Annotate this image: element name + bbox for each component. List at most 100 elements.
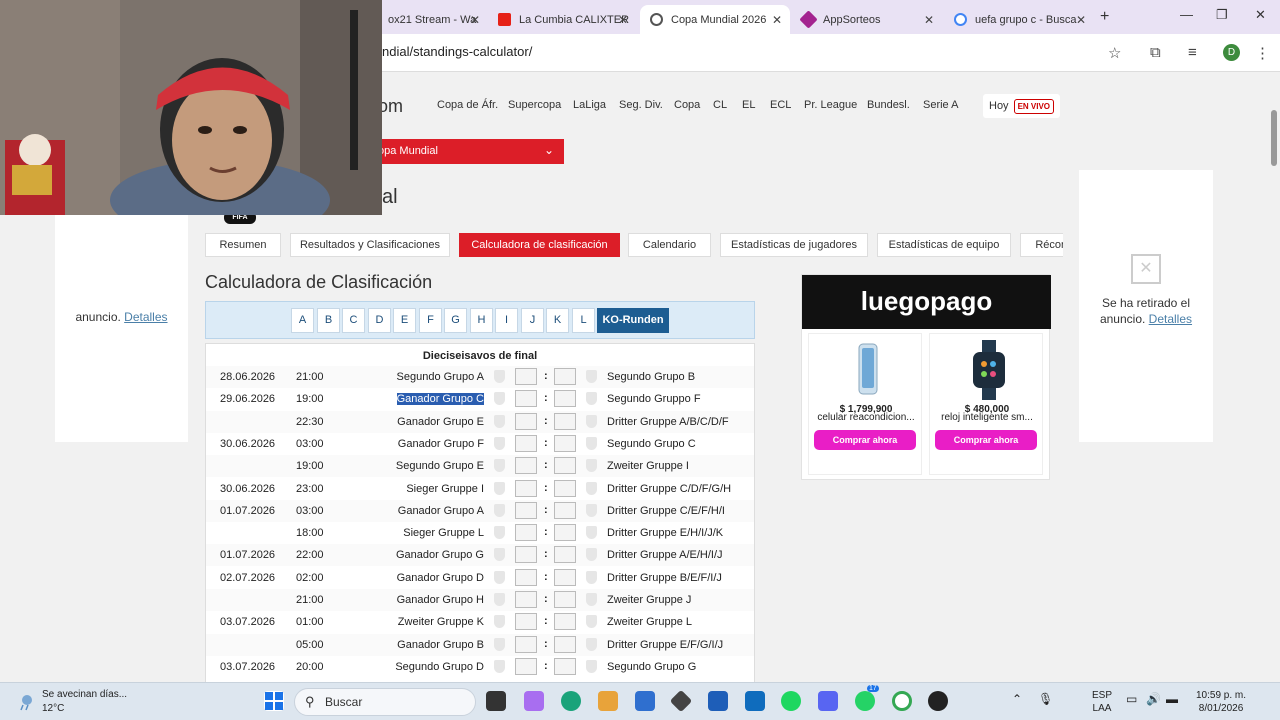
home-score-input[interactable] xyxy=(515,412,537,430)
product-card[interactable]: $ 1,799,900 celular reacondicion... Comp… xyxy=(808,333,922,475)
today-button[interactable]: Hoy EN VIVO xyxy=(983,94,1061,118)
volume-icon[interactable]: 🔊 xyxy=(1146,693,1161,706)
home-score-input[interactable] xyxy=(515,568,537,586)
page-scrollbar[interactable] xyxy=(1268,72,1280,682)
away-score-input[interactable] xyxy=(554,368,576,385)
folder-icon[interactable] xyxy=(598,691,618,711)
close-icon[interactable]: ✕ xyxy=(1076,13,1086,27)
away-score-input[interactable] xyxy=(554,613,576,631)
windows-start-icon[interactable] xyxy=(264,691,284,711)
away-score-input[interactable] xyxy=(554,479,576,497)
tab-records[interactable]: Récor xyxy=(1020,233,1063,257)
maximize-icon[interactable]: ❐ xyxy=(1216,7,1228,23)
show-hidden-icons-icon[interactable]: ⌃ xyxy=(1012,693,1022,706)
tab-estadisticas-equipo[interactable]: Estadísticas de equipo xyxy=(877,233,1011,257)
group-button[interactable]: K xyxy=(546,308,569,333)
whatsapp-icon[interactable]: 17 xyxy=(855,685,879,711)
nav-link[interactable]: EL xyxy=(742,99,755,111)
browser-tab-4[interactable]: AppSorteos ✕ xyxy=(792,5,942,34)
nav-link[interactable]: Copa de Áfr. xyxy=(437,99,498,111)
home-score-input[interactable] xyxy=(515,591,537,608)
away-score-input[interactable] xyxy=(554,657,576,675)
tab-resultados[interactable]: Resultados y Clasificaciones xyxy=(290,233,450,257)
home-score-input[interactable] xyxy=(515,657,537,675)
media-controls-icon[interactable]: ≡ xyxy=(1188,44,1197,61)
outlook-icon[interactable] xyxy=(745,691,765,711)
away-score-input[interactable] xyxy=(554,635,576,653)
language-indicator[interactable]: ESP LAA xyxy=(1092,689,1112,715)
scrollbar-thumb[interactable] xyxy=(1271,110,1277,166)
file-explorer-icon[interactable] xyxy=(486,691,506,711)
away-score-input[interactable] xyxy=(554,524,576,542)
window-close-icon[interactable]: ✕ xyxy=(1255,7,1266,23)
close-icon[interactable]: ✕ xyxy=(470,13,480,27)
ad-details-link[interactable]: Detalles xyxy=(124,310,167,324)
home-score-input[interactable] xyxy=(515,457,537,475)
nav-link[interactable]: Supercopa xyxy=(508,99,561,111)
group-button[interactable]: C xyxy=(342,308,365,333)
editor-icon[interactable] xyxy=(708,691,728,711)
extensions-icon[interactable]: ⧉ xyxy=(1150,44,1161,61)
buy-button[interactable]: Comprar ahora xyxy=(814,430,916,450)
nav-link[interactable]: Copa xyxy=(674,99,700,111)
browser-tab-5[interactable]: uefa grupo c - Busca ✕ xyxy=(944,5,1094,34)
nav-link[interactable]: Seg. Div. xyxy=(619,99,663,111)
group-button[interactable]: J xyxy=(521,308,544,333)
browser-tab-3-active[interactable]: Copa Mundial 2026 ✕ xyxy=(640,5,790,34)
product-card[interactable]: $ 480,000 reloj inteligente sm... Compra… xyxy=(929,333,1043,475)
clock[interactable]: 10:59 p. m. 8/01/2026 xyxy=(1196,689,1246,715)
weather-widget[interactable]: Se avecinan días... 12°C xyxy=(42,688,127,716)
away-score-input[interactable] xyxy=(554,568,576,586)
away-score-input[interactable] xyxy=(554,457,576,475)
browser-menu-icon[interactable]: ⋮ xyxy=(1255,44,1270,62)
ad-details-link[interactable]: Detalles xyxy=(1149,312,1192,326)
close-icon[interactable]: ✕ xyxy=(772,13,782,27)
edge-icon[interactable] xyxy=(561,691,581,711)
home-score-input[interactable] xyxy=(515,546,537,564)
browser-tab-1[interactable]: ox21 Stream - Wa ✕ xyxy=(378,5,488,34)
nav-link[interactable]: LaLiga xyxy=(573,99,606,111)
away-score-input[interactable] xyxy=(554,434,576,452)
home-score-input[interactable] xyxy=(515,524,537,542)
buy-button[interactable]: Comprar ahora xyxy=(935,430,1037,450)
ko-rounds-button[interactable]: KO-Runden xyxy=(597,308,669,333)
minimize-icon[interactable]: — xyxy=(1180,7,1193,22)
ad-close-icon[interactable]: ✕ xyxy=(1131,254,1161,284)
store-icon[interactable] xyxy=(635,691,655,711)
microphone-icon[interactable]: 🎙 xyxy=(1038,693,1053,706)
away-score-input[interactable] xyxy=(554,501,576,519)
home-score-input[interactable] xyxy=(515,434,537,452)
nav-link[interactable]: Pr. League xyxy=(804,99,857,111)
close-icon[interactable]: ✕ xyxy=(618,13,628,27)
new-tab-icon[interactable]: + xyxy=(1100,8,1109,26)
profile-avatar[interactable]: D xyxy=(1223,44,1240,61)
chrome-icon[interactable] xyxy=(892,691,912,711)
nav-link[interactable]: Bundesl. xyxy=(867,99,910,111)
home-score-input[interactable] xyxy=(515,368,537,385)
nav-link[interactable]: CL xyxy=(713,99,727,111)
competition-select[interactable]: opa Mundial ⌄ xyxy=(370,139,564,164)
app-icon[interactable] xyxy=(669,689,693,713)
away-score-input[interactable] xyxy=(554,591,576,608)
group-button[interactable]: A xyxy=(291,308,314,333)
obs-icon[interactable] xyxy=(928,691,948,711)
home-score-input[interactable] xyxy=(515,635,537,653)
discord-icon[interactable] xyxy=(818,691,838,711)
home-score-input[interactable] xyxy=(515,479,537,497)
away-score-input[interactable] xyxy=(554,390,576,408)
battery-icon[interactable]: ▬ xyxy=(1166,693,1178,706)
home-score-input[interactable] xyxy=(515,613,537,631)
taskbar-search[interactable]: ⚲ Buscar xyxy=(294,688,476,716)
group-button[interactable]: E xyxy=(393,308,416,333)
tab-calendario[interactable]: Calendario xyxy=(628,233,711,257)
browser-tab-2[interactable]: La Cumbia CALIXTER ✕ xyxy=(488,5,636,34)
nav-link[interactable]: ECL xyxy=(770,99,791,111)
network-icon[interactable]: ▭ xyxy=(1126,693,1137,706)
tab-calculadora[interactable]: Calculadora de clasificación xyxy=(459,233,620,257)
group-button[interactable]: B xyxy=(317,308,340,333)
group-button[interactable]: D xyxy=(368,308,391,333)
home-score-input[interactable] xyxy=(515,501,537,519)
group-button[interactable]: I xyxy=(495,308,518,333)
nav-link[interactable]: Serie A xyxy=(923,99,958,111)
group-button[interactable]: G xyxy=(444,308,467,333)
